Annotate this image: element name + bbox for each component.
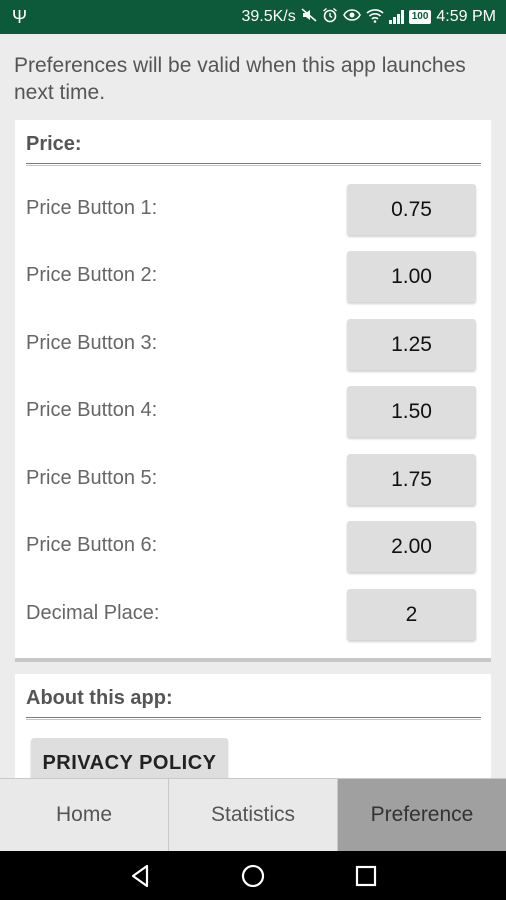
price-button-2-field[interactable]: 1.00 (347, 251, 476, 302)
price-row-5: Price Button 5: 1.75 (15, 453, 491, 507)
row-label: Price Button 3: (26, 332, 158, 354)
network-speed: 39.5K/s (241, 8, 296, 25)
eye-icon (342, 7, 361, 27)
bottom-tab-bar: Home Statistics Preference (0, 778, 506, 851)
price-card: Price: Price Button 1: 0.75 Price Button… (15, 120, 491, 658)
price-button-4-field[interactable]: 1.50 (347, 386, 476, 437)
row-label: Price Button 6: (26, 534, 158, 556)
section-divider (26, 717, 481, 720)
notice-text: Preferences will be valid when this app … (14, 54, 466, 104)
price-button-1-field[interactable]: 0.75 (347, 184, 476, 235)
signal-icon (388, 10, 404, 24)
tab-statistics[interactable]: Statistics (168, 779, 337, 851)
price-button-3-field[interactable]: 1.25 (347, 319, 476, 370)
alarm-icon (322, 7, 338, 27)
price-button-6-field[interactable]: 2.00 (347, 521, 476, 572)
price-row-3: Price Button 3: 1.25 (15, 318, 491, 372)
about-card: About this app: PRIVACY POLICY (15, 674, 491, 778)
price-row-2: Price Button 2: 1.00 (15, 250, 491, 304)
price-button-5-field[interactable]: 1.75 (347, 454, 476, 505)
wifi-icon (366, 7, 384, 27)
clock: 4:59 PM (436, 8, 496, 25)
status-icons: 39.5K/s 100 4:59 PM (241, 0, 496, 34)
about-section-title: About this app: (26, 687, 173, 709)
row-label: Decimal Place: (26, 602, 160, 624)
preferences-content[interactable]: Preferences will be valid when this app … (0, 34, 506, 778)
tab-preference[interactable]: Preference (337, 779, 506, 851)
usb-icon: Ψ (12, 7, 28, 27)
mute-icon (301, 7, 317, 27)
row-label: Price Button 4: (26, 399, 158, 421)
row-label: Price Button 5: (26, 467, 158, 489)
row-label: Price Button 2: (26, 264, 158, 286)
system-nav-bar (0, 851, 506, 900)
privacy-policy-button[interactable]: PRIVACY POLICY (31, 738, 228, 778)
battery-icon: 100 (408, 10, 432, 24)
price-row-1: Price Button 1: 0.75 (15, 183, 491, 237)
decimal-place-row: Decimal Place: 2 (15, 588, 491, 642)
status-bar: Ψ 39.5K/s 100 4:59 PM (0, 0, 506, 34)
recents-icon[interactable] (351, 861, 381, 891)
back-icon[interactable] (125, 861, 155, 891)
row-label: Price Button 1: (26, 197, 158, 219)
price-row-4: Price Button 4: 1.50 (15, 385, 491, 439)
decimal-place-field[interactable]: 2 (347, 589, 476, 640)
price-section-title: Price: (26, 133, 82, 155)
home-icon[interactable] (238, 861, 268, 891)
section-divider (26, 163, 481, 166)
price-row-6: Price Button 6: 2.00 (15, 520, 491, 574)
tab-home[interactable]: Home (0, 779, 168, 851)
